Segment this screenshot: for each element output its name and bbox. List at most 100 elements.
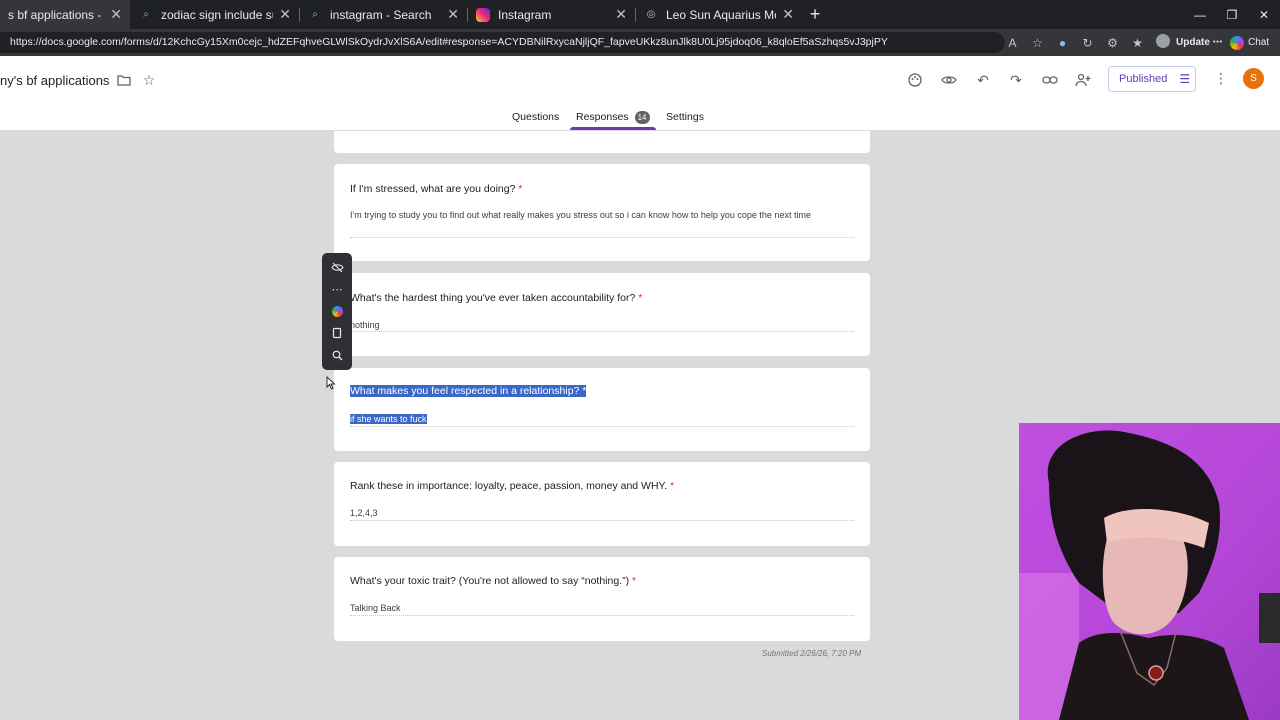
required-mark: * <box>518 183 523 195</box>
search-icon[interactable] <box>322 345 352 365</box>
chat-label: Chat <box>1248 37 1270 48</box>
question-title: If I'm stressed, what are you doing? * <box>350 183 522 195</box>
close-icon[interactable]: ✕ <box>279 6 291 23</box>
browser-tab-forms[interactable]: s bf applications - Google Form ✕ <box>0 0 130 29</box>
answer-text: if she wants to fuck <box>350 412 854 426</box>
question-title: What makes you feel respected in a relat… <box>350 385 587 397</box>
refresh-icon[interactable]: ↻ <box>1075 36 1100 50</box>
required-mark: * <box>632 575 637 587</box>
answer-underline <box>350 615 854 616</box>
question-title-text: What's the hardest thing you've ever tak… <box>350 292 636 304</box>
copy-icon[interactable] <box>322 323 352 343</box>
window-controls: — ❐ ✕ <box>1184 0 1280 29</box>
browser-tab-instagram[interactable]: Instagram ✕ <box>468 0 635 29</box>
close-icon[interactable]: ✕ <box>615 6 627 23</box>
update-label: Update <box>1176 37 1210 48</box>
address-bar-row: https://docs.google.com/forms/d/12KchcGy… <box>0 29 1280 56</box>
preview-eye-icon[interactable] <box>939 70 959 90</box>
answer-underline <box>350 331 854 332</box>
read-aloud-icon[interactable]: A <box>1000 36 1025 50</box>
required-mark: * <box>670 480 675 492</box>
question-title-text: What's your toxic trait? (You're not all… <box>350 575 630 587</box>
question-card: Rank these in importance: loyalty, peace… <box>333 461 871 547</box>
avatar[interactable]: S <box>1243 68 1264 89</box>
form-title[interactable]: ny's bf applications <box>0 73 109 88</box>
new-tab-icon[interactable]: + <box>806 5 824 23</box>
more-horizontal-icon[interactable]: ⋯ <box>322 279 352 299</box>
tab-title: s bf applications - Google Form <box>8 7 104 22</box>
browser-tab-instagram-search[interactable]: ⌕ instagram - Search ✕ <box>300 0 467 29</box>
folder-icon[interactable] <box>114 70 134 90</box>
webcam-video-image <box>1019 423 1280 720</box>
answer-text: nothing <box>350 320 380 330</box>
required-mark: * <box>638 292 643 304</box>
submitted-timestamp: Submitted 2/26/26, 7:20 PM <box>762 649 862 658</box>
search-icon: ⌕ <box>312 9 318 20</box>
question-title: Rank these in importance: loyalty, peace… <box>350 480 674 492</box>
question-title-text: What makes you feel respected in a relat… <box>350 385 580 397</box>
close-icon[interactable]: ✕ <box>447 6 459 23</box>
extensions-icon[interactable]: ⚙ <box>1100 36 1125 50</box>
answer-text: Talking Back <box>350 603 401 613</box>
browser-tab-zodiac[interactable]: ⌕ zodiac sign include sun, moon, AN ✕ <box>131 0 299 29</box>
published-button[interactable]: Published ☰ <box>1108 66 1196 92</box>
question-card: What's your toxic trait? (You're not all… <box>333 556 871 642</box>
tab-settings[interactable]: Settings <box>666 111 704 123</box>
undo-icon[interactable]: ↶ <box>973 70 993 90</box>
selected-answer-text: if she wants to fuck <box>350 414 427 424</box>
star-icon[interactable]: ☆ <box>139 70 159 90</box>
responses-count-badge: 14 <box>634 111 650 124</box>
tune-icon: ☰ <box>1179 72 1191 86</box>
selection-toolbar: ⋯ <box>322 253 352 370</box>
tab-title: Instagram <box>498 7 552 22</box>
selected-question-title: What makes you feel respected in a relat… <box>350 385 587 397</box>
question-card: What makes you feel respected in a relat… <box>333 367 871 452</box>
tab-responses[interactable]: Responses 14 <box>576 111 650 124</box>
answer-underline <box>350 520 854 521</box>
question-title-text: If I'm stressed, what are you doing? <box>350 183 516 195</box>
globe-icon: ◎ <box>646 9 656 20</box>
palette-icon[interactable] <box>905 70 925 90</box>
tab-title: instagram - Search <box>330 7 432 22</box>
close-icon[interactable]: ✕ <box>110 6 122 23</box>
copilot-icon[interactable] <box>322 301 352 321</box>
copilot-icon <box>1230 35 1244 50</box>
browser-tab-leo[interactable]: ◎ Leo Sun Aquarius Moon ✕ <box>636 0 802 29</box>
add-collaborator-icon[interactable] <box>1073 70 1093 90</box>
question-title-text: Rank these in importance: loyalty, peace… <box>350 480 668 492</box>
active-tab-indicator <box>570 127 656 130</box>
tab-responses-label: Responses <box>576 111 629 123</box>
restore-icon[interactable]: ❐ <box>1216 0 1248 29</box>
favorite-icon[interactable]: ☆ <box>1025 36 1050 50</box>
more-vert-icon[interactable]: ⋮ <box>1214 70 1228 87</box>
url-field[interactable]: https://docs.google.com/forms/d/12KchcGy… <box>0 32 1005 53</box>
answer-underline <box>350 426 854 427</box>
tab-title: zodiac sign include sun, moon, AN <box>161 7 273 22</box>
question-card: If I'm stressed, what are you doing? * I… <box>333 163 871 262</box>
answer-text: 1,2,4,3 <box>350 508 378 518</box>
question-card <box>333 131 871 154</box>
minimize-icon[interactable]: — <box>1184 0 1216 29</box>
update-button[interactable]: Update ⋯ <box>1170 33 1229 52</box>
chat-button[interactable]: Chat <box>1230 33 1269 52</box>
search-icon: ⌕ <box>143 9 149 20</box>
redo-icon[interactable]: ↷ <box>1006 70 1026 90</box>
tab-questions[interactable]: Questions <box>512 111 559 123</box>
forms-header: ny's bf applications ☆ ↶ ↷ Published ☰ ⋮… <box>0 56 1280 131</box>
link-icon[interactable] <box>1040 70 1060 90</box>
browser-tab-strip: s bf applications - Google Form ✕ ⌕ zodi… <box>0 0 1280 29</box>
eye-off-icon[interactable] <box>322 257 352 277</box>
close-window-icon[interactable]: ✕ <box>1248 0 1280 29</box>
required-mark: * <box>582 385 587 397</box>
form-tabs: Questions Responses 14 Settings <box>0 108 1280 131</box>
answer-text: I'm trying to study you to find out what… <box>350 210 811 220</box>
question-card: What's the hardest thing you've ever tak… <box>333 272 871 357</box>
favorites-icon[interactable]: ★ <box>1125 36 1150 50</box>
question-title: What's the hardest thing you've ever tak… <box>350 292 642 304</box>
extension-icon[interactable]: ● <box>1050 36 1075 50</box>
close-icon[interactable]: ✕ <box>782 6 794 23</box>
webcam-overlay <box>1019 423 1280 720</box>
address-bar-icons: A ☆ ● ↻ ⚙ ★ <box>1000 32 1175 53</box>
mouse-cursor-icon <box>326 376 336 390</box>
published-label: Published <box>1119 73 1168 85</box>
